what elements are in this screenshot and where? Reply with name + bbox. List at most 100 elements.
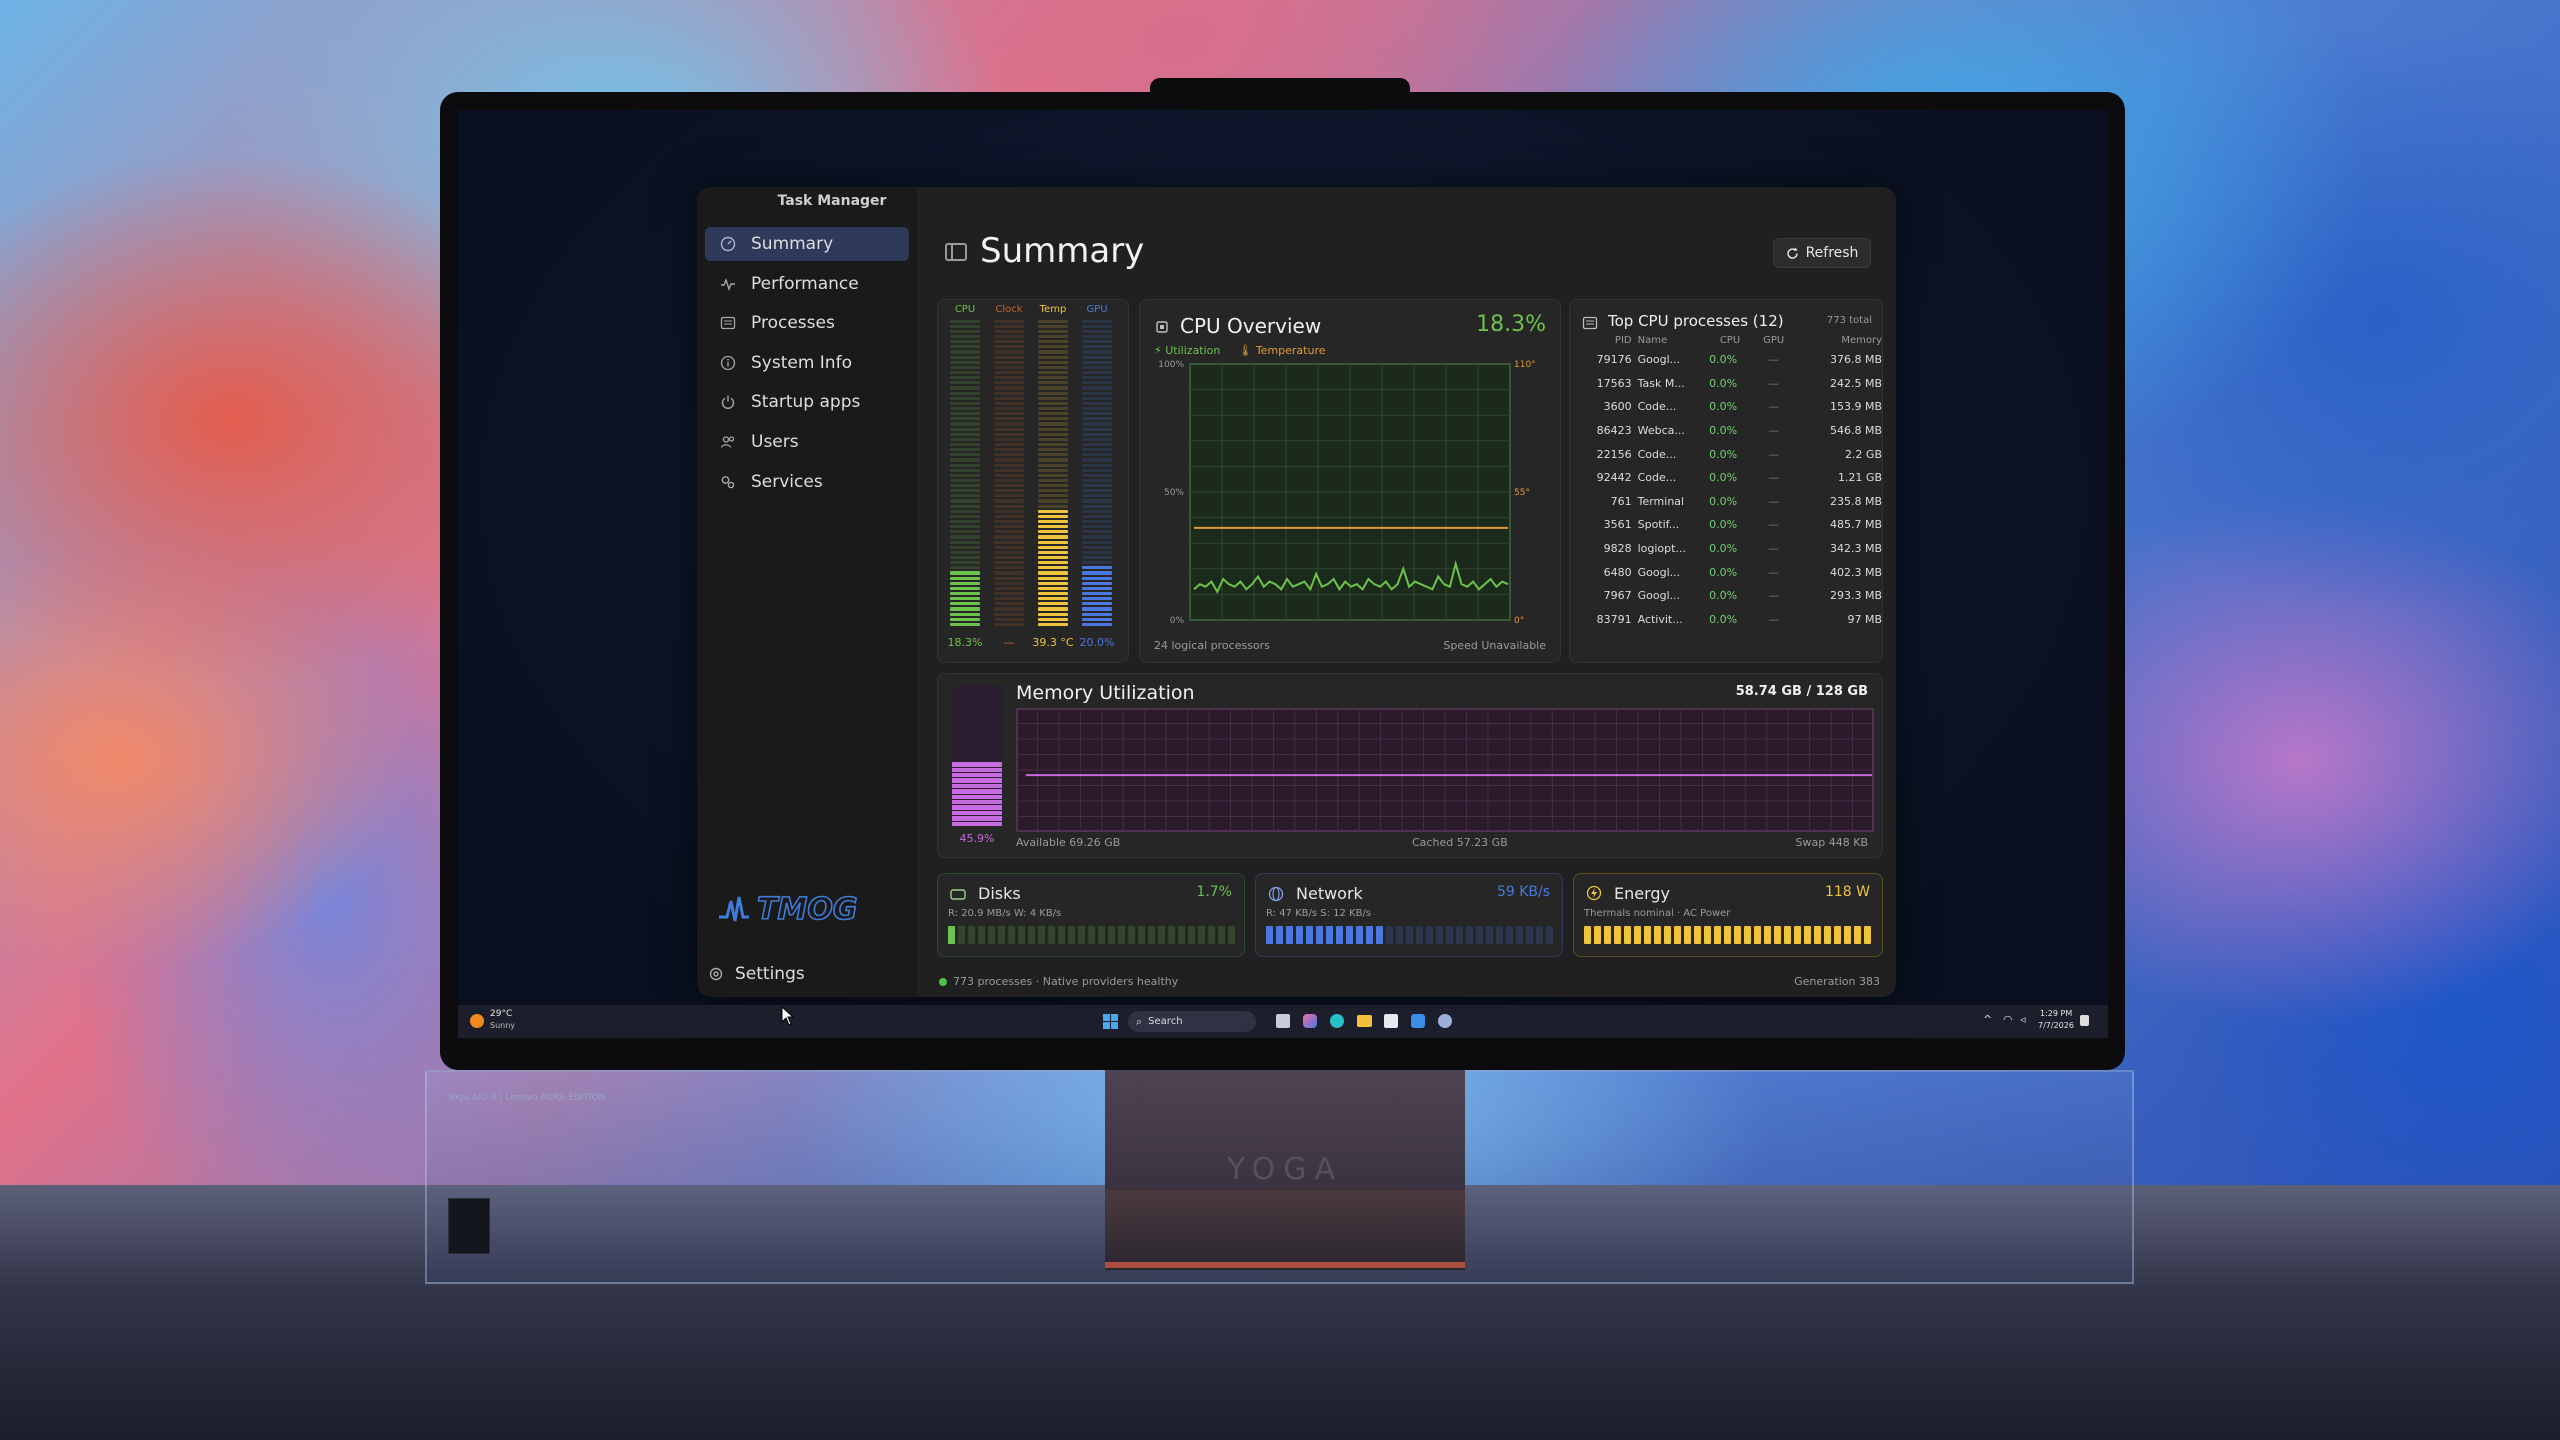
activity-bar: [1486, 926, 1493, 944]
cell-pid: 7967: [1603, 589, 1632, 603]
sidebar: Task Manager Summary Performance Process…: [697, 187, 917, 997]
table-row[interactable]: 17563 Task M... 0.0% — 242.5 MB: [1572, 372, 1882, 396]
weather-temp[interactable]: 29°C: [490, 1009, 512, 1019]
table-row[interactable]: 83791 Activit... 0.0% — 97 MB: [1572, 608, 1882, 632]
table-row[interactable]: 6480 Googl... 0.0% — 402.3 MB: [1572, 560, 1882, 584]
gears-icon: [719, 473, 737, 491]
cell-mem: 97 MB: [1847, 612, 1882, 626]
base-sticker: [448, 1198, 490, 1254]
table-row[interactable]: 22156 Code... 0.0% — 2.2 GB: [1572, 442, 1882, 466]
gauge-bar-gpu: [1082, 319, 1112, 626]
settings-label: Settings: [735, 964, 805, 984]
memory-segment: [952, 810, 1002, 816]
cell-cpu: 0.0%: [1709, 518, 1738, 532]
cell-gpu: —: [1768, 589, 1780, 603]
cell-pid: 22156: [1596, 447, 1632, 461]
memory-segment: [952, 816, 1002, 821]
sidebar-item-users[interactable]: Users: [705, 425, 909, 459]
weather-desc: Sunny: [490, 1021, 516, 1030]
table-row[interactable]: 9828 logiopt... 0.0% — 342.3 MB: [1572, 537, 1882, 561]
mouse-cursor-icon: [781, 1006, 795, 1026]
notification-icon[interactable]: [2080, 1015, 2089, 1026]
table-row[interactable]: 86423 Webca... 0.0% — 546.8 MB: [1572, 419, 1882, 443]
memory-segment: [952, 762, 1002, 767]
gauge-bar-temp: [1038, 319, 1068, 626]
activity-bar: [1594, 926, 1601, 944]
activity-bar: [1346, 926, 1353, 944]
activity-bar: [1784, 926, 1791, 944]
wifi-icon[interactable]: ◠: [2003, 1013, 2013, 1026]
sidebar-item-services[interactable]: Services: [705, 465, 909, 499]
memory-gauge: [952, 686, 1002, 826]
process-table: PID Name CPU GPU Memory 79176 Googl... 0.0…: [1572, 332, 1882, 631]
energy-card: Energy 118 W Thermals nominal · AC Power: [1573, 873, 1883, 957]
table-row[interactable]: 3561 Spotif... 0.0% — 485.7 MB: [1572, 513, 1882, 537]
activity-bar: [1386, 926, 1393, 944]
memory-segment: [952, 773, 1002, 778]
activity-bar: [1516, 926, 1523, 944]
taskview-icon[interactable]: [1276, 1014, 1290, 1028]
sidebar-item-summary[interactable]: Summary: [705, 227, 909, 261]
cell-pid: 9828: [1603, 542, 1632, 556]
refresh-button[interactable]: Refresh: [1773, 238, 1871, 268]
cell-name: Webca...: [1637, 424, 1685, 438]
cell-cpu: 0.0%: [1709, 353, 1738, 367]
gauges-card: CPU 18.3% Clock — Temp 39.3 °C GPU 20.0%: [937, 299, 1129, 663]
activity-bar: [1584, 926, 1591, 944]
energy-value: 118 W: [1824, 884, 1870, 900]
gauge-bar-cpu: [950, 319, 980, 626]
cell-mem: 485.7 MB: [1829, 518, 1882, 532]
taskbar-search[interactable]: ⌕ Search: [1128, 1011, 1256, 1032]
activity-bar: [1604, 926, 1611, 944]
cell-name: Terminal: [1637, 494, 1685, 508]
cpu-overview-title: CPU Overview: [1180, 314, 1322, 338]
sidebar-item-startup-apps[interactable]: Startup apps: [705, 385, 909, 419]
mail-icon[interactable]: [1411, 1014, 1425, 1028]
edge-icon[interactable]: [1330, 1014, 1344, 1028]
activity-bar: [1794, 926, 1801, 944]
copilot-icon[interactable]: [1303, 1014, 1317, 1028]
cpu-footer-right: Speed Unavailable: [1443, 639, 1546, 652]
cell-mem: 2.2 GB: [1844, 447, 1882, 461]
network-card: Network 59 KB/s R: 47 KB/s S: 12 KB/s: [1255, 873, 1563, 957]
table-row[interactable]: 79176 Googl... 0.0% — 376.8 MB: [1572, 348, 1882, 372]
energy-activity-bars: [1584, 926, 1871, 944]
table-row[interactable]: 7967 Googl... 0.0% — 293.3 MB: [1572, 584, 1882, 608]
disks-detail: R: 20.9 MB/s W: 4 KB/s: [948, 908, 1062, 919]
sidebar-item-processes[interactable]: Processes: [705, 306, 909, 340]
sidebar-item-label: Performance: [751, 273, 859, 294]
cell-gpu: —: [1768, 471, 1780, 485]
cell-pid: 83791: [1596, 612, 1632, 626]
settings-app-icon[interactable]: [1438, 1014, 1452, 1028]
memory-segment: [952, 789, 1002, 794]
table-row[interactable]: 3600 Code... 0.0% — 153.9 MB: [1572, 395, 1882, 419]
sidebar-item-system-info[interactable]: System Info: [705, 346, 909, 380]
activity-bar: [1138, 926, 1145, 944]
activity-bar: [1178, 926, 1185, 944]
tray-chevron-icon[interactable]: ^: [1983, 1013, 1992, 1026]
memory-segment: [952, 767, 1002, 773]
clock-time[interactable]: 1:29 PM: [2040, 1009, 2072, 1018]
windows-start-icon[interactable]: [1103, 1014, 1118, 1033]
sidebar-toggle-icon[interactable]: [945, 243, 967, 261]
volume-icon[interactable]: ◃: [2020, 1013, 2026, 1026]
cell-mem: 1.21 GB: [1837, 471, 1882, 485]
gauge-value-gpu: 20.0%: [1079, 636, 1115, 649]
clock-date[interactable]: 7/7/2026: [2038, 1021, 2074, 1030]
brand-logo: TMOG: [719, 887, 889, 928]
activity-bar: [1764, 926, 1771, 944]
file-explorer-icon[interactable]: [1357, 1015, 1372, 1027]
activity-bar: [1058, 926, 1065, 944]
store-icon[interactable]: [1384, 1014, 1398, 1028]
power-icon: [719, 393, 737, 411]
activity-bar: [1266, 926, 1273, 944]
table-row[interactable]: 92442 Code... 0.0% — 1.21 GB: [1572, 466, 1882, 490]
activity-bar: [988, 926, 995, 944]
cell-mem: 293.3 MB: [1829, 589, 1882, 603]
y-tick-right: 55°: [1514, 488, 1530, 498]
memory-segment: [952, 783, 1002, 789]
page-title: Summary: [980, 231, 1145, 271]
table-row[interactable]: 761 Terminal 0.0% — 235.8 MB: [1572, 490, 1882, 514]
sidebar-item-performance[interactable]: Performance: [705, 267, 909, 301]
settings-button[interactable]: Settings: [707, 964, 805, 984]
